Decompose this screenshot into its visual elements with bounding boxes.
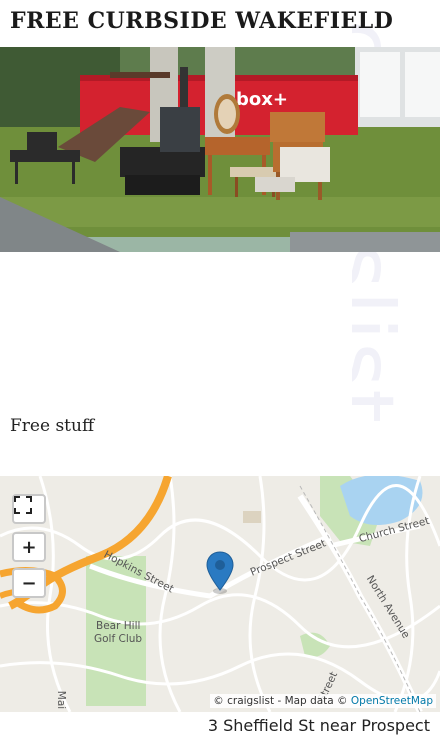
dumpster-brand: box+: [236, 89, 288, 110]
posting-title: FREE CURBSIDE WAKEFIELD: [10, 8, 394, 34]
posting-description: Free stuff: [10, 416, 95, 436]
posting-photo[interactable]: box+: [0, 47, 440, 252]
map-address: 3 Sheffield St near Prospect: [207, 716, 430, 735]
attribution-text: © craigslist - Map data ©: [213, 695, 351, 707]
openstreetmap-link[interactable]: OpenStreetMap: [351, 695, 433, 707]
zoom-in-button[interactable]: +: [12, 532, 46, 562]
zoom-out-button[interactable]: −: [12, 568, 46, 598]
golf-club-label-line1: Bear Hill: [96, 620, 141, 632]
location-marker-icon[interactable]: [205, 550, 235, 594]
location-map[interactable]: Hopkins Street Prospect Street Church St…: [0, 476, 440, 712]
main-street-label: Mai: [55, 690, 68, 710]
fullscreen-button[interactable]: [12, 494, 46, 524]
map-attribution: © craigslist - Map data © OpenStreetMap: [210, 694, 436, 708]
golf-club-label-line2: Golf Club: [94, 633, 143, 645]
fullscreen-icon: [14, 496, 32, 514]
